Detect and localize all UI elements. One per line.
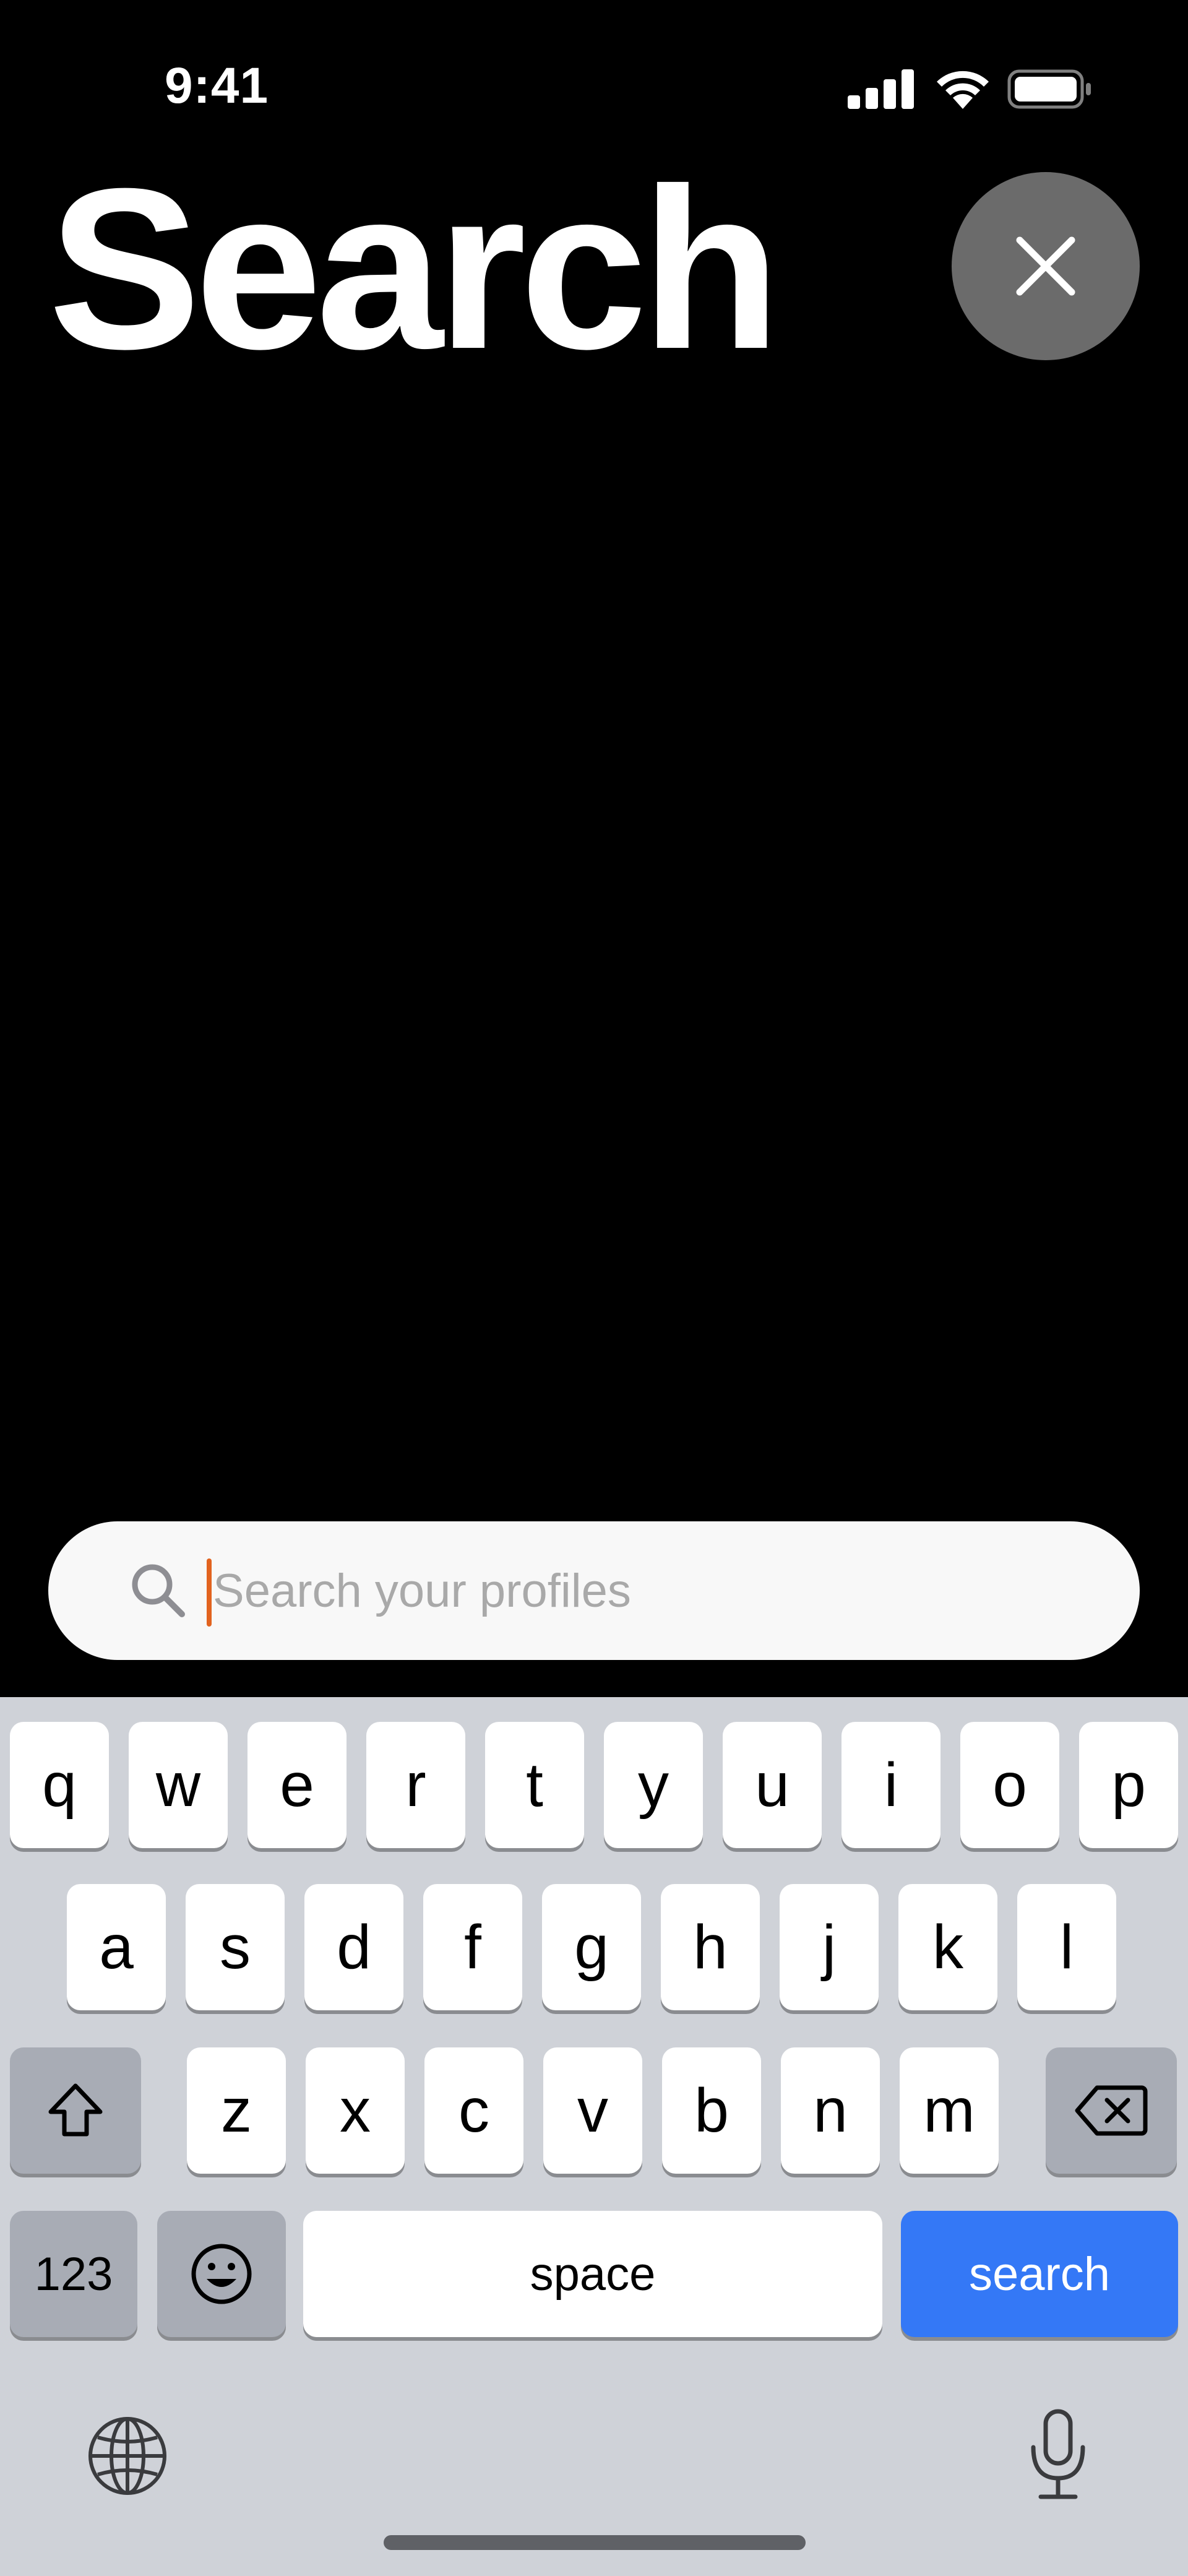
key-p[interactable]: p — [1079, 1722, 1178, 1848]
shift-key[interactable] — [10, 2047, 141, 2174]
keyboard: qwertyuiop asdfghjkl zxcvbnm 123 space s… — [0, 1697, 1188, 2576]
search-icon — [132, 1564, 185, 1617]
close-button[interactable] — [952, 172, 1140, 360]
key-r[interactable]: r — [366, 1722, 465, 1848]
shift-icon — [48, 2083, 103, 2137]
key-q[interactable]: q — [10, 1722, 109, 1848]
key-l[interactable]: l — [1017, 1884, 1116, 2010]
search-bar[interactable] — [48, 1521, 1140, 1660]
key-h[interactable]: h — [661, 1884, 760, 2010]
key-f[interactable]: f — [423, 1884, 522, 2010]
wifi-icon — [937, 71, 989, 109]
key-z[interactable]: z — [187, 2047, 286, 2174]
search-input[interactable] — [204, 1547, 1095, 1634]
key-n[interactable]: n — [781, 2047, 880, 2174]
text-caret — [207, 1558, 212, 1627]
key-i[interactable]: i — [842, 1722, 940, 1848]
emoji-icon — [191, 2244, 252, 2304]
delete-key[interactable] — [1046, 2047, 1177, 2174]
cellular-signal-icon — [848, 69, 914, 109]
key-x[interactable]: x — [306, 2047, 405, 2174]
key-d[interactable]: d — [304, 1884, 403, 2010]
key-a[interactable]: a — [67, 1884, 166, 2010]
key-k[interactable]: k — [898, 1884, 997, 2010]
page-title: Search — [48, 141, 781, 397]
key-w[interactable]: w — [129, 1722, 228, 1848]
battery-icon — [1007, 69, 1091, 109]
emoji-key[interactable] — [157, 2211, 286, 2337]
key-b[interactable]: b — [662, 2047, 761, 2174]
delete-icon — [1075, 2085, 1148, 2136]
space-key[interactable]: space — [303, 2211, 882, 2337]
microphone-icon[interactable] — [1027, 2409, 1089, 2502]
key-m[interactable]: m — [900, 2047, 999, 2174]
key-o[interactable]: o — [960, 1722, 1059, 1848]
home-indicator — [384, 2535, 806, 2550]
key-u[interactable]: u — [723, 1722, 822, 1848]
key-e[interactable]: e — [248, 1722, 346, 1848]
numbers-key[interactable]: 123 — [10, 2211, 137, 2337]
key-s[interactable]: s — [186, 1884, 285, 2010]
status-icons — [848, 64, 1095, 114]
close-icon — [1016, 236, 1075, 296]
key-j[interactable]: j — [780, 1884, 879, 2010]
globe-icon[interactable] — [85, 2414, 170, 2498]
key-c[interactable]: c — [424, 2047, 523, 2174]
key-y[interactable]: y — [604, 1722, 703, 1848]
key-g[interactable]: g — [542, 1884, 641, 2010]
search-key[interactable]: search — [901, 2211, 1178, 2337]
key-v[interactable]: v — [543, 2047, 642, 2174]
key-t[interactable]: t — [485, 1722, 584, 1848]
status-time: 9:41 — [164, 58, 269, 114]
